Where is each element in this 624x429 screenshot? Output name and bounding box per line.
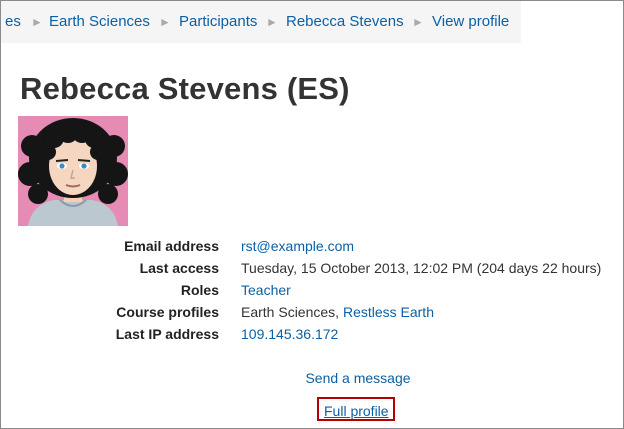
detail-row-email: Email address rst@example.com [1,235,623,257]
detail-row-last-ip: Last IP address 109.145.36.172 [1,323,623,345]
last-access-value: Tuesday, 15 October 2013, 12:02 PM (204 … [241,260,602,276]
last-access-label: Last access [139,260,219,276]
course-separator: , [335,304,343,320]
course-earth-sciences: Earth Sciences [241,304,336,320]
full-profile-link[interactable]: Full profile [324,403,389,419]
breadcrumb: es ► Earth Sciences ► Participants ► Reb… [1,1,521,43]
last-ip-link[interactable]: 109.145.36.172 [241,323,338,345]
user-avatar-cartoon-icon [18,116,128,226]
send-message-link[interactable]: Send a message [215,370,410,386]
page-frame: es ► Earth Sciences ► Participants ► Reb… [0,0,624,429]
course-profiles-label: Course profiles [116,304,219,320]
detail-row-last-access: Last access Tuesday, 15 October 2013, 12… [1,257,623,279]
breadcrumb-separator-icon: ► [412,15,424,29]
breadcrumb-item-view-profile[interactable]: View profile [432,1,509,43]
breadcrumb-item-earth-sciences[interactable]: Earth Sciences [49,1,150,43]
send-message-container: Send a message [1,370,623,386]
last-ip-label: Last IP address [115,326,219,342]
breadcrumb-separator-icon: ► [159,15,171,29]
breadcrumb-item-participants[interactable]: Participants [179,1,257,43]
email-link[interactable]: rst@example.com [241,235,354,257]
detail-row-course-profiles: Course profiles Earth Sciences, Restless… [1,301,623,323]
role-teacher-link[interactable]: Teacher [241,279,291,301]
page-title: Rebecca Stevens (ES) [20,71,350,106]
course-restless-earth-link[interactable]: Restless Earth [343,304,434,320]
email-label: Email address [124,238,219,254]
detail-row-roles: Roles Teacher [1,279,623,301]
breadcrumb-item-courses[interactable]: es [5,1,21,43]
breadcrumb-separator-icon: ► [266,15,278,29]
breadcrumb-separator-icon: ► [31,15,43,29]
breadcrumb-item-rebecca-stevens[interactable]: Rebecca Stevens [286,1,404,43]
course-profiles-value: Earth Sciences, Restless Earth [241,301,434,323]
roles-label: Roles [180,282,219,298]
